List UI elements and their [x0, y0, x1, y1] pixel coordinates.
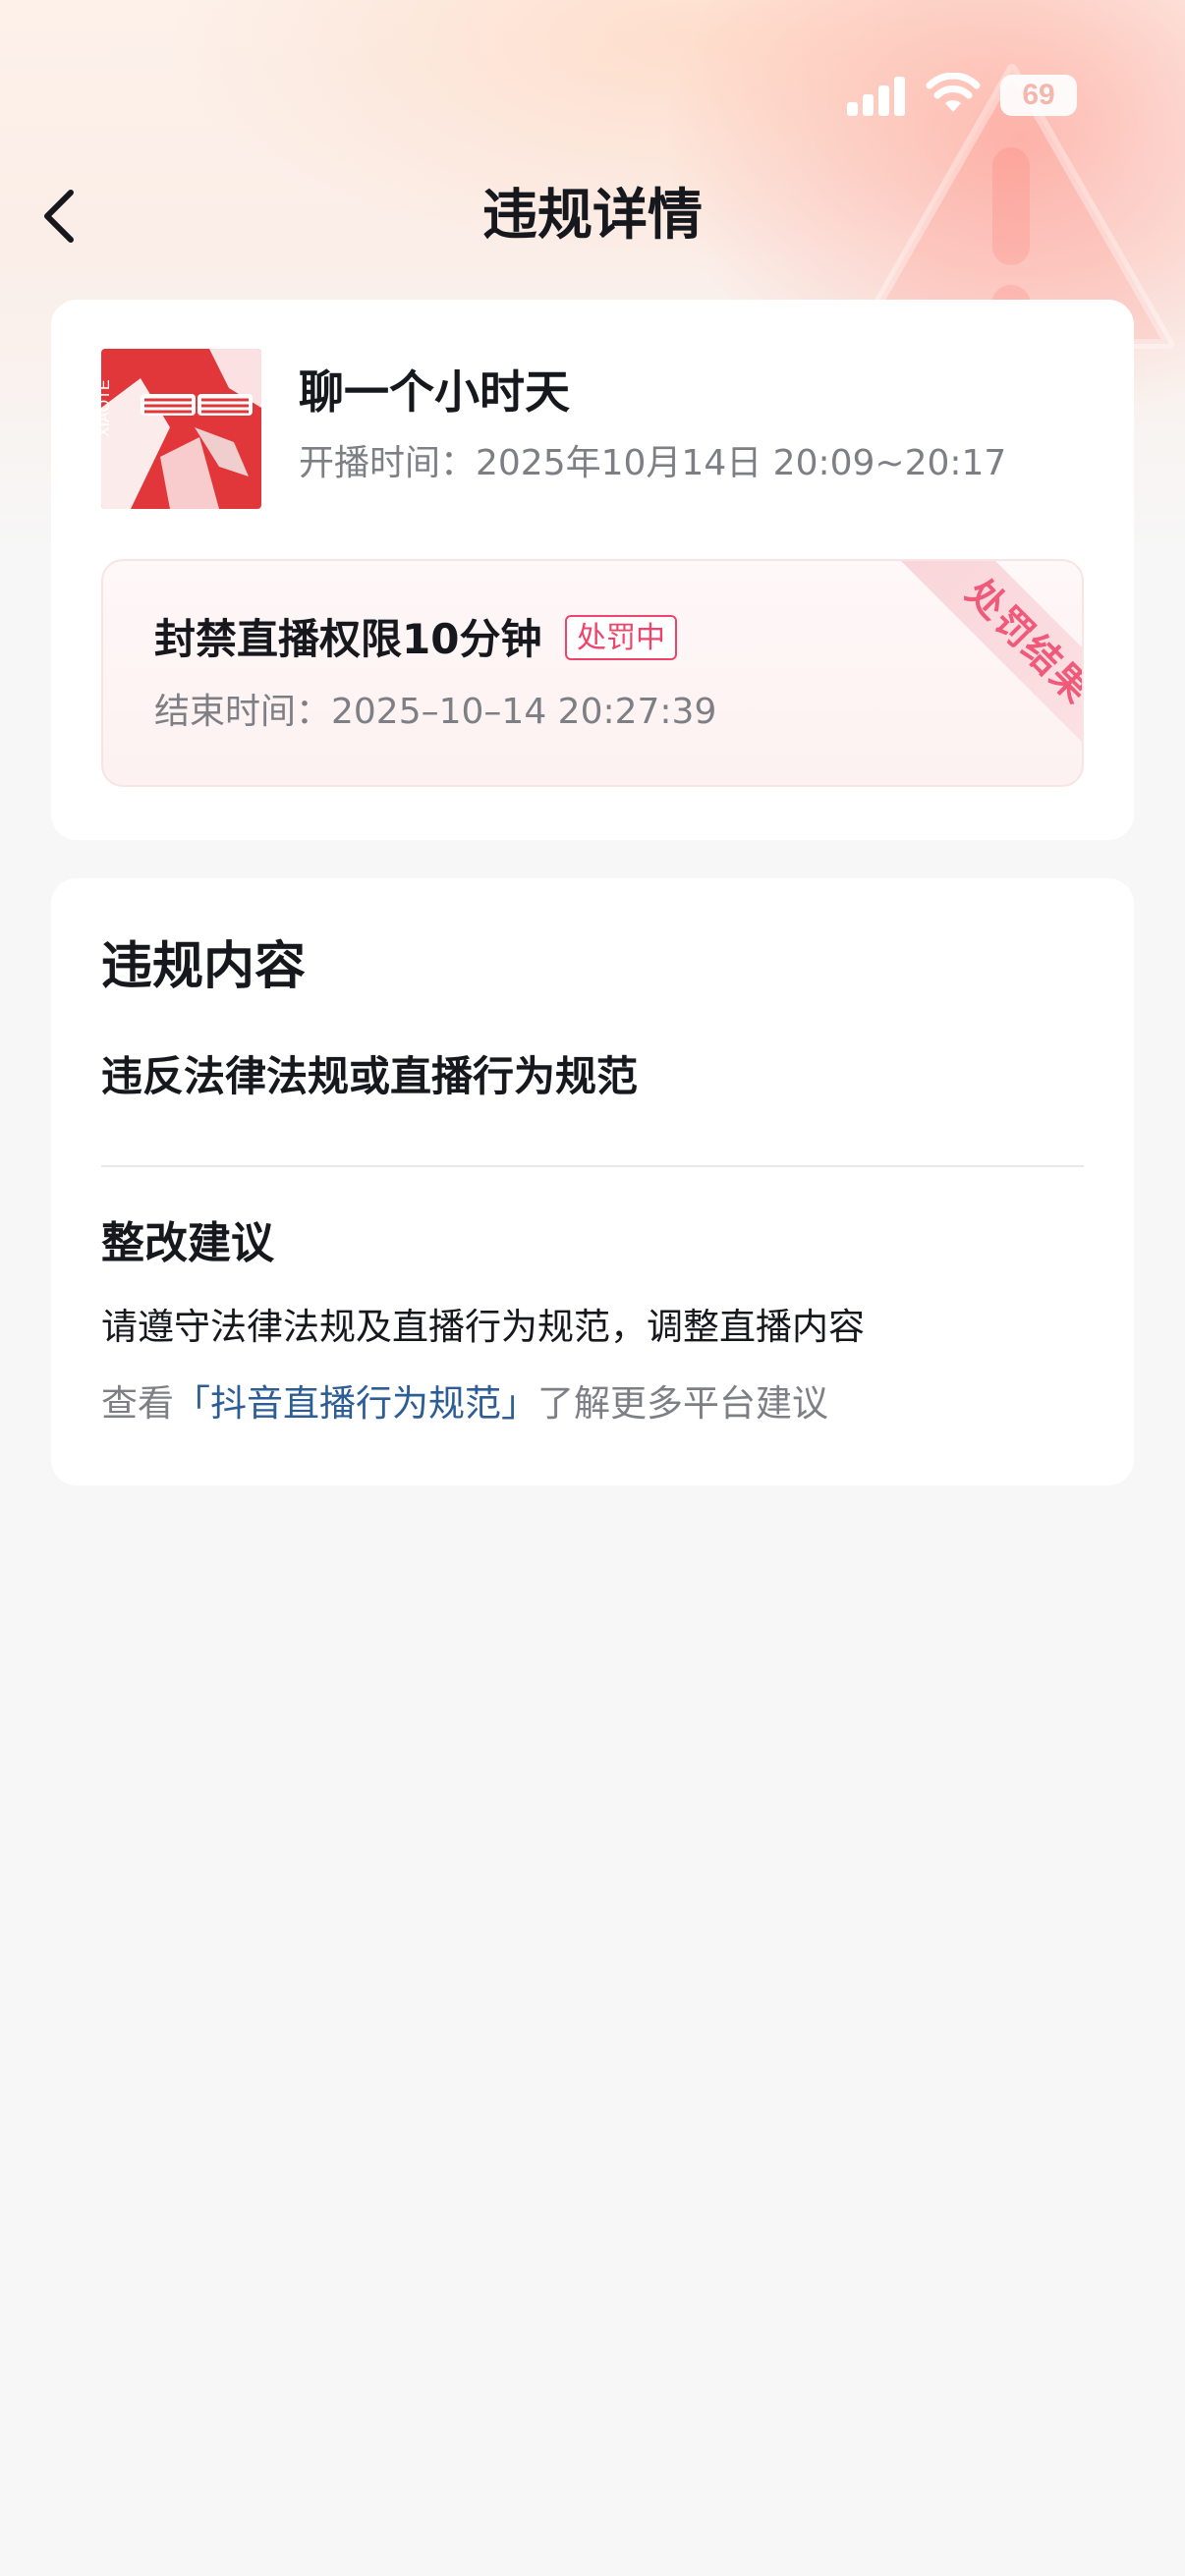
- cellular-signal-icon: [847, 77, 905, 116]
- penalty-result-ribbon: 处罚结果: [900, 561, 1082, 770]
- penalty-end-time: 结束时间：2025–10–14 20:27:39: [154, 692, 717, 732]
- advice-title: 整改建议: [101, 1218, 274, 1268]
- stream-title: 聊一个小时天: [299, 365, 570, 419]
- guidelines-link[interactable]: 「抖音直播行为规范」: [174, 1382, 537, 1425]
- link-suffix: 了解更多平台建议: [537, 1382, 828, 1425]
- battery-level: 69: [1022, 79, 1055, 111]
- stream-penalty-card: XIAOTE 聊一个小时天 开播时间：2025年10月14日 20:09~20:…: [51, 300, 1134, 840]
- status-badge: 处罚中: [565, 615, 677, 660]
- penalty-result-box: 封禁直播权限10分钟 处罚中 结束时间：2025–10–14 20:27:39 …: [101, 559, 1084, 787]
- violation-content-card: 违规内容 违反法律法规或直播行为规范 整改建议 请遵守法律法规及直播行为规范，调…: [51, 878, 1134, 1485]
- divider: [101, 1165, 1084, 1167]
- guidelines-link-line: 查看「抖音直播行为规范」了解更多平台建议: [101, 1377, 828, 1430]
- stream-cover-image: XIAOTE: [101, 349, 261, 509]
- cover-text: XIAOTE: [101, 379, 113, 437]
- navigation-bar: 违规详情: [0, 157, 1185, 275]
- link-prefix: 查看: [101, 1382, 174, 1425]
- page-title: 违规详情: [482, 184, 703, 248]
- stream-time: 开播时间：2025年10月14日 20:09~20:17: [299, 443, 1007, 483]
- violation-content-text: 违反法律法规或直播行为规范: [101, 1052, 639, 1100]
- penalty-name: 封禁直播权限10分钟: [154, 615, 542, 663]
- violation-section-title: 违规内容: [101, 937, 307, 996]
- battery-indicator: 69: [1000, 75, 1077, 116]
- advice-text: 请遵守法律法规及直播行为规范，调整直播内容: [101, 1306, 865, 1348]
- wifi-icon: [926, 73, 981, 112]
